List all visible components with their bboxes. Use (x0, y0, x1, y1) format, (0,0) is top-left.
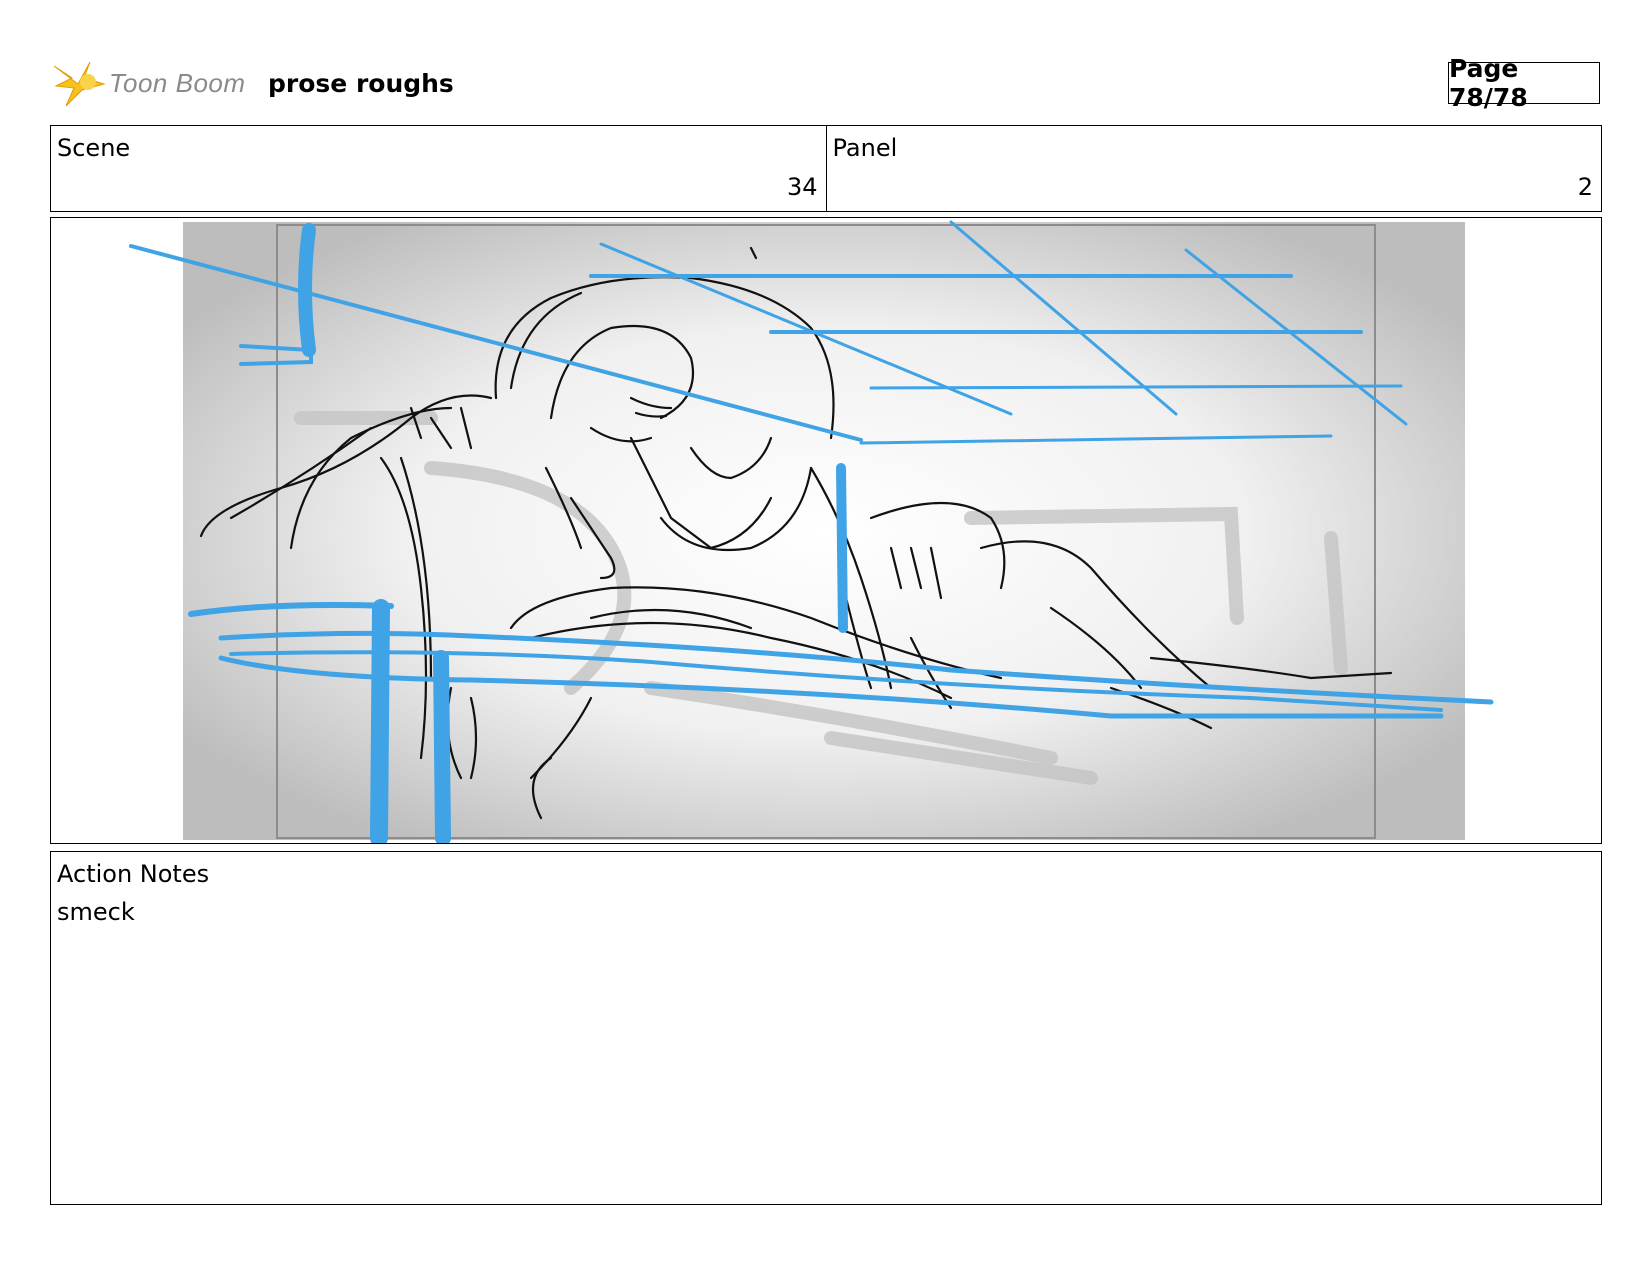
panel-cell: Panel 2 (825, 126, 1602, 211)
action-notes-text: smeck (57, 898, 135, 926)
action-notes-label: Action Notes (57, 860, 210, 888)
action-notes: Action Notes smeck (50, 851, 1602, 1205)
rough-sketch-drawing (129, 220, 1494, 843)
scene-cell: Scene 34 (51, 126, 826, 211)
scene-label: Scene (57, 134, 131, 162)
toon-boom-logo: Toon Boom (53, 58, 254, 110)
storyboard-panel (50, 217, 1602, 844)
scene-panel-row: Scene 34 Panel 2 (50, 125, 1602, 212)
scene-value: 34 (786, 173, 818, 201)
toon-boom-star-icon (53, 61, 106, 107)
panel-label: Panel (832, 134, 898, 162)
page-indicator: Page 78/78 (1448, 54, 1600, 112)
header: Toon Boom prose roughs (53, 58, 1604, 110)
logo-text: Toon Boom (109, 68, 246, 98)
panel-value: 2 (1577, 173, 1593, 201)
project-title: prose roughs (268, 69, 454, 98)
